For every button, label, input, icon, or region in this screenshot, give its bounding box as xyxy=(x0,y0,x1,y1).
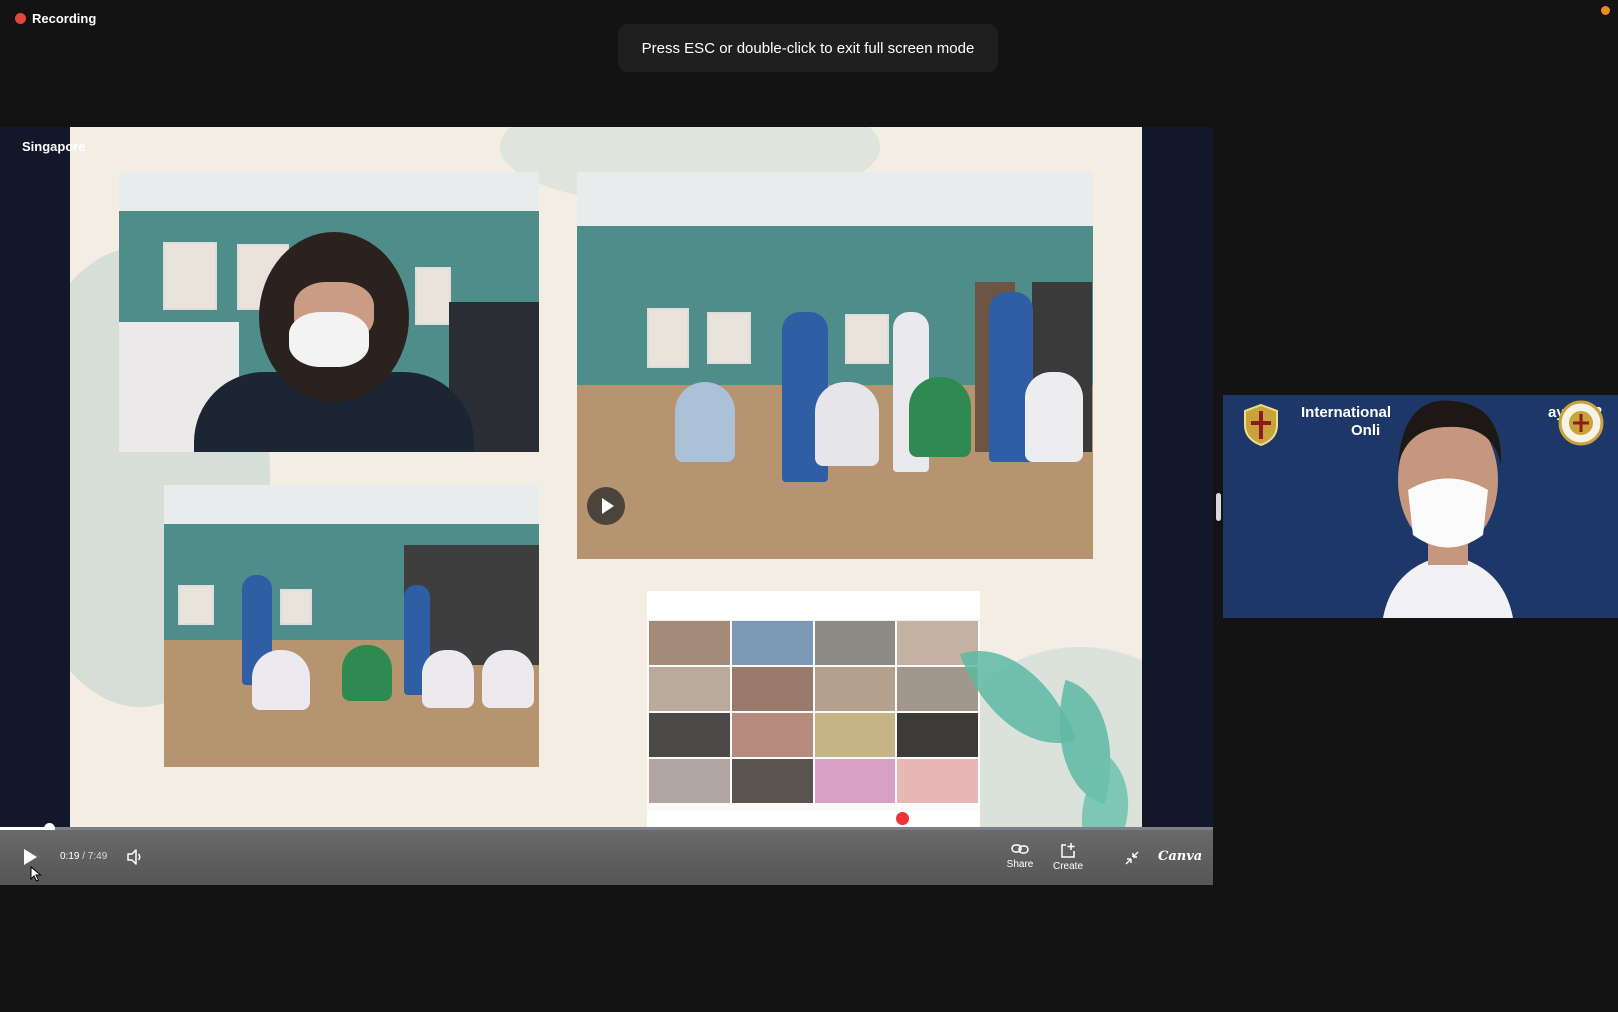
current-time: 0:19 xyxy=(60,851,80,862)
photo-dancer xyxy=(815,382,879,466)
call-toolbar xyxy=(647,811,980,827)
speaker-person xyxy=(1383,400,1513,618)
participant-tile xyxy=(897,667,978,711)
recording-dot-icon xyxy=(15,13,26,24)
participant-tile xyxy=(897,759,978,803)
play-button[interactable] xyxy=(24,849,40,866)
status-dot-icon xyxy=(1601,6,1610,15)
wall-picture xyxy=(163,242,217,310)
speaker-video-tile[interactable]: International ay 2022 Onli xyxy=(1223,395,1618,618)
time-display: 0:19 / 7:49 xyxy=(60,851,107,862)
share-label: Share xyxy=(1006,859,1034,870)
time-separator: / xyxy=(79,851,88,862)
link-icon xyxy=(1011,844,1029,854)
participant-tile xyxy=(731,759,813,803)
photo-dancer xyxy=(252,650,310,710)
school-crest-icon xyxy=(1244,403,1278,447)
create-button[interactable]: Create xyxy=(1046,842,1090,872)
slide-photo xyxy=(164,485,539,767)
participant-tile xyxy=(731,667,813,711)
participant-tile xyxy=(814,667,896,711)
participant-tile xyxy=(814,759,896,803)
share-button[interactable]: Share xyxy=(998,842,1042,870)
slide-video[interactable] xyxy=(577,172,1093,559)
background-title-line1: International xyxy=(1301,404,1392,421)
photo-mask xyxy=(289,312,369,367)
canva-logo[interactable]: Canva xyxy=(1158,849,1202,864)
photo-dancer xyxy=(342,645,392,701)
wall-picture xyxy=(178,585,214,625)
participant-tile xyxy=(649,667,730,711)
photo-dancer xyxy=(909,377,971,457)
slide-photo xyxy=(119,172,539,452)
photo-dancer xyxy=(1025,372,1083,462)
end-call-icon xyxy=(896,812,909,825)
volume-button[interactable] xyxy=(126,848,144,866)
recording-label: Recording xyxy=(32,11,97,26)
participant-tile xyxy=(814,621,896,665)
wall-picture xyxy=(707,312,751,364)
player-controls: 0:19 / 7:49 Share Create Canva xyxy=(0,830,1213,885)
fullscreen-toast-text: Press ESC or double-click to exit full s… xyxy=(641,39,975,57)
collapse-icon xyxy=(1125,851,1139,865)
recording-indicator: Recording xyxy=(15,11,96,26)
wall-picture xyxy=(845,314,889,364)
total-time: 7:49 xyxy=(87,851,108,862)
share-location-label: Singapore xyxy=(22,139,86,154)
create-icon xyxy=(1061,843,1075,858)
play-icon xyxy=(24,849,37,865)
photo-ceiling xyxy=(164,485,539,525)
photo-ceiling xyxy=(577,172,1093,227)
speaker-icon xyxy=(127,849,141,865)
photo-dancer xyxy=(482,650,534,708)
call-participant-grid xyxy=(649,621,978,803)
exit-fullscreen-button[interactable] xyxy=(1124,850,1140,866)
slide-call-screenshot xyxy=(647,591,980,827)
shared-content: Singapore 0:19 / 7:49 Share Create Canva xyxy=(0,127,1213,885)
mouse-cursor-icon xyxy=(30,866,42,882)
photo-ceiling xyxy=(119,172,539,212)
photo-dancer xyxy=(422,650,474,708)
call-topbar xyxy=(647,591,980,621)
participant-tile xyxy=(649,759,730,803)
video-play-icon[interactable] xyxy=(587,487,625,525)
participant-tile xyxy=(649,621,730,665)
wall-picture xyxy=(647,308,689,368)
participant-tile xyxy=(814,713,896,757)
background-title-line2: Onli xyxy=(1351,422,1381,439)
college-seal-icon xyxy=(1558,400,1604,446)
participant-tile xyxy=(649,713,730,757)
wall-picture xyxy=(280,589,312,625)
create-label: Create xyxy=(1052,861,1083,872)
photo-dancer xyxy=(675,382,735,462)
slide xyxy=(70,127,1142,827)
panel-resize-handle[interactable] xyxy=(1216,493,1221,521)
participant-tile xyxy=(731,713,813,757)
participant-tile xyxy=(897,713,978,757)
wall-picture xyxy=(415,267,451,325)
fullscreen-toast: Press ESC or double-click to exit full s… xyxy=(618,24,998,72)
participant-tile xyxy=(731,621,813,665)
